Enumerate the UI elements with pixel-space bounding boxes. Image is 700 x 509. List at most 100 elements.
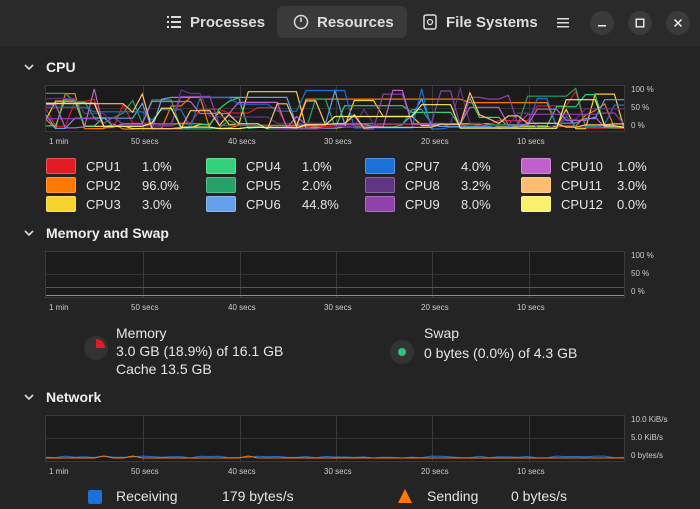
memory-history-line	[46, 287, 624, 288]
cpu-x-label: 40 secs	[228, 137, 256, 146]
cpu-color-swatch[interactable]	[46, 177, 76, 193]
chevron-down-icon	[24, 393, 36, 401]
cpu-legend-item[interactable]: CPU3 3.0%	[46, 196, 172, 212]
cpu-usage-value: 96.0%	[142, 177, 179, 193]
cpu-name: CPU12	[561, 196, 603, 212]
tab-file-systems-label: File Systems	[446, 13, 538, 31]
swap-info: Swap 0 bytes (0.0%) of 4.3 GB	[424, 324, 577, 362]
cpu-color-swatch[interactable]	[521, 158, 551, 174]
maximize-button[interactable]	[628, 11, 652, 35]
cpu-color-swatch[interactable]	[521, 177, 551, 193]
cpu-color-swatch[interactable]	[46, 158, 76, 174]
swap-pie-icon	[390, 340, 414, 364]
cpu-legend-item[interactable]: CPU1 1.0%	[46, 158, 172, 174]
cpu-color-swatch[interactable]	[46, 196, 76, 212]
swap-label: Swap	[424, 325, 460, 341]
memory-x-label: 40 secs	[228, 303, 256, 312]
cpu-color-swatch[interactable]	[365, 158, 395, 174]
cpu-color-swatch[interactable]	[206, 158, 236, 174]
cpu-usage-value: 2.0%	[302, 177, 332, 193]
cpu-legend-item[interactable]: CPU4 1.0%	[206, 158, 332, 174]
chevron-down-icon	[24, 63, 36, 71]
tab-processes-label: Processes	[190, 13, 266, 31]
cpu-x-label: 10 secs	[517, 137, 545, 146]
cpu-color-swatch[interactable]	[206, 196, 236, 212]
cpu-name: CPU3	[86, 196, 121, 212]
network-section-title: Network	[46, 389, 102, 405]
cpu-x-label: 20 secs	[421, 137, 449, 146]
cpu-usage-value: 0.0%	[617, 196, 647, 212]
cpu-name: CPU7	[405, 158, 440, 174]
tab-processes[interactable]: Processes	[156, 6, 266, 38]
cpu-y-label: 50 %	[631, 103, 650, 112]
tab-file-systems[interactable]: File Systems	[414, 6, 544, 38]
memory-y-label: 50 %	[631, 269, 650, 278]
cpu-legend-item[interactable]: CPU12 0.0%	[521, 196, 647, 212]
close-button[interactable]	[666, 11, 690, 35]
cpu-legend-item[interactable]: CPU11 3.0%	[521, 177, 647, 193]
memory-x-label: 50 secs	[131, 303, 159, 312]
network-section-header[interactable]: Network	[24, 389, 101, 405]
receiving-swatch	[88, 490, 102, 504]
maximize-icon	[635, 18, 645, 28]
sending-value: 0 bytes/s	[511, 488, 568, 504]
minimize-icon	[598, 25, 606, 27]
tab-resources-label: Resources	[317, 13, 394, 31]
cpu-usage-value: 44.8%	[302, 196, 339, 212]
cpu-color-swatch[interactable]	[206, 177, 236, 193]
close-icon	[673, 18, 683, 28]
cpu-y-label: 100 %	[631, 85, 654, 94]
cpu-legend-item[interactable]: CPU7 4.0%	[365, 158, 491, 174]
cpu-section-title: CPU	[46, 59, 76, 75]
network-history-graph	[45, 415, 625, 462]
cpu-color-swatch[interactable]	[521, 196, 551, 212]
cpu-usage-value: 3.0%	[142, 196, 172, 212]
cpu-legend-item[interactable]: CPU5 2.0%	[206, 177, 332, 193]
cpu-color-swatch[interactable]	[365, 177, 395, 193]
memory-info: Memory 3.0 GB (18.9%) of 16.1 GB Cache 1…	[116, 324, 283, 378]
network-x-label: 40 secs	[228, 467, 256, 476]
memory-history-graph	[45, 251, 625, 298]
cpu-name: CPU11	[561, 177, 602, 193]
cpu-name: CPU1	[86, 158, 121, 174]
network-y-label: 0 bytes/s	[631, 451, 664, 460]
cpu-legend-item[interactable]: CPU8 3.2%	[365, 177, 491, 193]
network-x-label: 30 secs	[324, 467, 352, 476]
cpu-name: CPU5	[246, 177, 281, 193]
minimize-button[interactable]	[590, 11, 614, 35]
memory-x-label: 30 secs	[324, 303, 352, 312]
graph-gridline	[46, 274, 624, 275]
cpu-name: CPU2	[86, 177, 121, 193]
hamburger-menu-icon[interactable]	[551, 11, 575, 35]
memory-x-label: 20 secs	[421, 303, 449, 312]
memory-y-label: 100 %	[631, 251, 654, 260]
cpu-usage-value: 1.0%	[617, 158, 647, 174]
sending-label: Sending	[427, 488, 479, 504]
cpu-section-header[interactable]: CPU	[24, 59, 76, 75]
chevron-down-icon	[24, 229, 36, 237]
cpu-name: CPU6	[246, 196, 281, 212]
list-icon	[166, 14, 182, 30]
memory-x-label: 10 secs	[517, 303, 545, 312]
cpu-usage-value: 1.0%	[142, 158, 172, 174]
cpu-x-label: 50 secs	[131, 137, 159, 146]
cpu-x-label: 30 secs	[324, 137, 352, 146]
cpu-legend-item[interactable]: CPU9 8.0%	[365, 196, 491, 212]
memory-section-header[interactable]: Memory and Swap	[24, 225, 169, 241]
cpu-legend-item[interactable]: CPU10 1.0%	[521, 158, 647, 174]
cpu-y-label: 0 %	[631, 121, 645, 130]
memory-x-label: 1 min	[49, 303, 69, 312]
tab-resources[interactable]: Resources	[277, 6, 407, 38]
cpu-legend-item[interactable]: CPU6 44.8%	[206, 196, 339, 212]
header-bar: Processes Resources File Systems	[0, 0, 700, 46]
cpu-x-label: 1 min	[49, 137, 69, 146]
memory-usage: 3.0 GB (18.9%) of 16.1 GB	[116, 343, 284, 359]
cpu-usage-value: 1.0%	[302, 158, 332, 174]
network-x-label: 20 secs	[421, 467, 449, 476]
cpu-usage-value: 3.2%	[461, 177, 491, 193]
memory-label: Memory	[116, 325, 167, 341]
memory-cache: Cache 13.5 GB	[116, 361, 212, 377]
cpu-legend-item[interactable]: CPU2 96.0%	[46, 177, 179, 193]
cpu-color-swatch[interactable]	[365, 196, 395, 212]
memory-section-title: Memory and Swap	[46, 225, 169, 241]
